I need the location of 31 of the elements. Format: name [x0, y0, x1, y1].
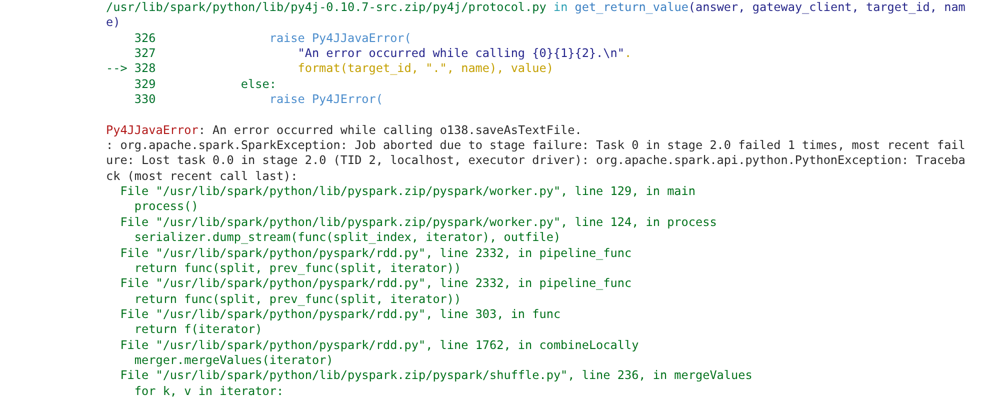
traceback-line: return func(split, prev_func(split, iterator)) — [133, 292, 462, 307]
traceback-line: ure: Lost task 0.0 in stage 2.0 (TID 2, localhost, executor driver): org.apache.spark.api.python.PythonException: Traceba — [106, 153, 966, 169]
traceback-line: File "/usr/lib/spark/python/pyspark/rdd.py", line 1762, in combineLocally — [119, 338, 639, 353]
traceback-line: process() — [133, 199, 198, 215]
traceback-line: for k, v in iterator: — [133, 384, 284, 399]
code-line: else: — [240, 76, 276, 92]
traceback-line: merger.mergeValues(iterator) — [133, 352, 334, 368]
line-number: 326 — [134, 30, 156, 45]
traceback-line: File "/usr/lib/spark/python/pyspark/rdd.py", line 2332, in pipeline_func — [119, 246, 632, 261]
code-line: "An error occurred while calling {0}{1}{2}.\n". — [296, 46, 632, 62]
line-number: 327 — [134, 46, 156, 60]
line-number: 328 — [134, 61, 156, 76]
line-number: 329 — [134, 76, 156, 91]
traceback-line: return func(split, prev_func(split, iterator)) — [133, 260, 462, 276]
traceback-line: : org.apache.spark.SparkException: Job aborted due to stage failure: Task 0 in stage 2.0 failed 1 times, most recent fail — [106, 138, 966, 154]
traceback-line: File "/usr/lib/spark/python/lib/pyspark.zip/pyspark/worker.py", line 124, in process — [119, 214, 717, 230]
traceback-line: return f(iterator) — [133, 322, 262, 338]
code-line: raise Py4JError( — [268, 92, 383, 108]
traceback-line: File "/usr/lib/spark/python/pyspark/rdd.py", line 303, in func — [119, 306, 561, 322]
traceback-line: File "/usr/lib/spark/python/lib/pyspark.zip/pyspark/shuffle.py", line 236, in mergeValues — [119, 368, 752, 384]
traceback-line: File "/usr/lib/spark/python/pyspark/rdd.py", line 2332, in pipeline_func — [119, 276, 632, 292]
file-path-line: /usr/lib/spark/python/lib/py4j-0.10.7-src.zip/py4j/protocol.py in get_return_value(answer, gateway_client, target_id, nam — [106, 0, 966, 16]
traceback-line: File "/usr/lib/spark/python/lib/pyspark.zip/pyspark/worker.py", line 129, in main — [119, 184, 696, 200]
file-path-line: e) — [106, 15, 120, 31]
code-line: raise Py4JJavaError( — [268, 30, 412, 46]
traceback-line: serializer.dump_stream(func(split_index, iterator), outfile) — [133, 230, 561, 246]
code-line: format(target_id, ".", name), value) — [296, 61, 554, 77]
traceback-line: ck (most recent call last): — [106, 168, 298, 184]
line-number: 330 — [134, 92, 156, 106]
traceback-line: Py4JJavaError: An error occurred while calling o138.saveAsTextFile. — [106, 122, 582, 138]
current-line-marker: --> — [106, 61, 128, 76]
